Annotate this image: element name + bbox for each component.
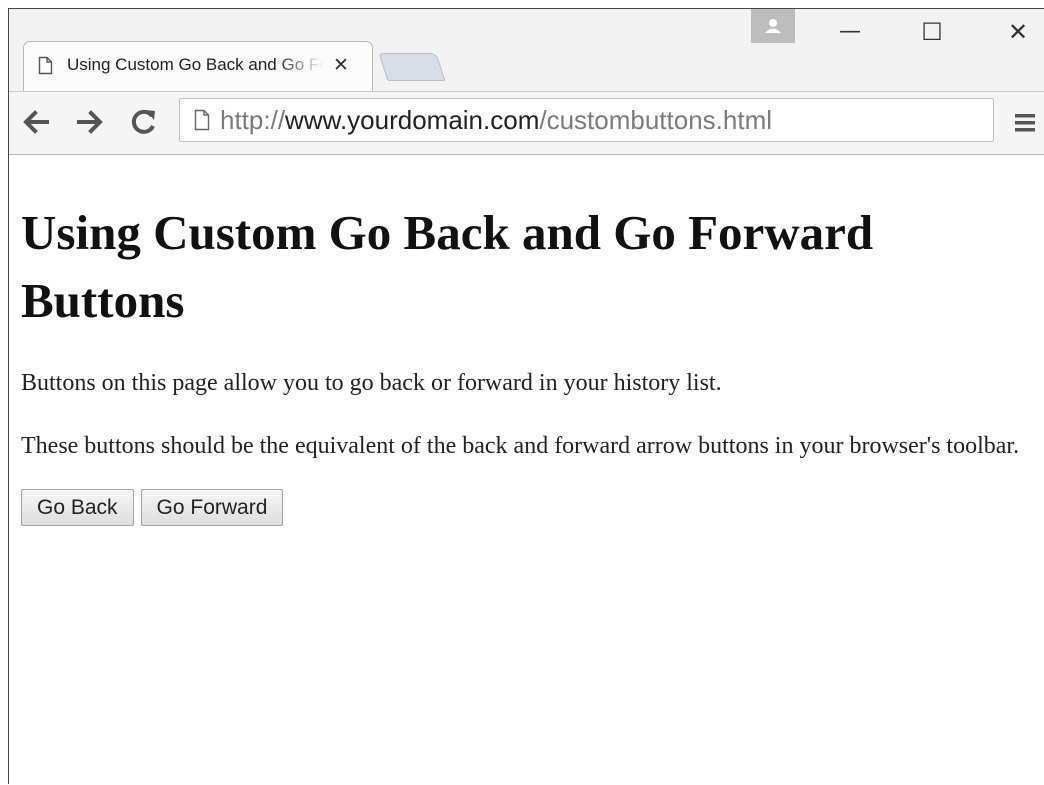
history-buttons: Go Back Go Forward [21, 489, 1041, 526]
tab-content: Using Custom Go Back and Go Forward Butt… [38, 54, 349, 76]
intro-paragraph: Buttons on this page allow you to go bac… [21, 370, 722, 396]
browser-toolbar: http://www.yourdomain.com/custombuttons.… [9, 91, 1044, 155]
arrow-left-icon[interactable] [19, 104, 53, 140]
hamburger-menu-icon[interactable] [1011, 108, 1039, 138]
url-path: /custombuttons.html [539, 104, 773, 135]
equivalence-paragraph: These buttons should be the equivalent o… [21, 433, 1020, 459]
reload-icon[interactable] [127, 104, 161, 140]
minimize-button[interactable]: — [825, 15, 875, 49]
url-scheme: http:// [220, 104, 286, 135]
browser-tab[interactable]: Using Custom Go Back and Go Forward Butt… [23, 41, 373, 91]
profile-button[interactable] [751, 9, 795, 43]
window-close-button[interactable]: ✕ [993, 15, 1043, 49]
page-icon [38, 56, 53, 74]
go-forward-button[interactable]: Go Forward [140, 489, 284, 526]
maximize-button[interactable]: ☐ [907, 15, 957, 49]
user-icon [765, 19, 781, 33]
tab-title: Using Custom Go Back and Go Forward Butt… [67, 55, 323, 74]
tab-strip: Using Custom Go Back and Go Forward Butt… [9, 9, 1044, 91]
address-bar[interactable]: http://www.yourdomain.com/custombuttons.… [179, 98, 994, 142]
page-content: Using Custom Go Back and Go Forward Butt… [21, 155, 1041, 526]
page-viewport: Using Custom Go Back and Go Forward Butt… [9, 155, 1044, 785]
page-title: Using Custom Go Back and Go Forward Butt… [21, 205, 874, 328]
url-host: www.yourdomain.com [285, 104, 540, 135]
go-back-button[interactable]: Go Back [21, 489, 134, 526]
new-tab-button[interactable] [378, 53, 446, 81]
browser-window: Using Custom Go Back and Go Forward Butt… [8, 8, 1044, 785]
tab-close-icon[interactable]: ✕ [333, 54, 349, 76]
arrow-right-icon[interactable] [73, 104, 107, 140]
page-icon [194, 109, 210, 131]
